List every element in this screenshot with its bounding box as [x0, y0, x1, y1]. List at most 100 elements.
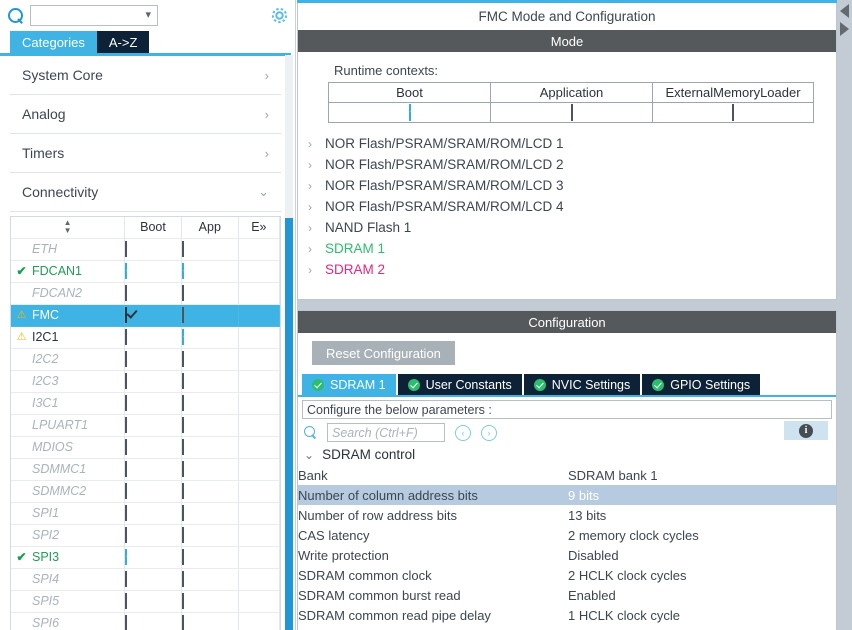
checkbox-i2c2-boot[interactable]	[125, 351, 127, 367]
memory-tree-item[interactable]: ›SDRAM 1	[308, 238, 836, 259]
parameter-value[interactable]: 1 HCLK clock cycle	[568, 605, 837, 625]
sidebar-item-system-core[interactable]: System Core ›	[10, 56, 281, 95]
checkbox-lpuart1-app[interactable]	[182, 417, 184, 433]
column-header-ext[interactable]: E»	[238, 217, 279, 238]
tab-sdram-1[interactable]: SDRAM 1	[302, 374, 396, 395]
parameter-row[interactable]: SDRAM common clock2 HCLK clock cycles	[298, 565, 837, 585]
parameter-value[interactable]: Disabled	[568, 545, 837, 565]
memory-tree-item[interactable]: ›NAND Flash 1	[308, 217, 836, 238]
checkbox-spi3-app[interactable]	[182, 549, 184, 565]
checkbox-spi2-app[interactable]	[182, 527, 184, 543]
checkbox-cell-ext[interactable]	[238, 436, 279, 458]
checkbox-externalmemoryloader-context[interactable]	[732, 104, 734, 121]
checkbox-sdmmc2-boot[interactable]	[125, 483, 127, 499]
checkbox-fdcan2-app[interactable]	[182, 285, 184, 301]
parameter-row[interactable]: BankSDRAM bank 1	[298, 465, 837, 485]
sidebar-item-connectivity[interactable]: Connectivity ⌄	[10, 173, 281, 212]
checkbox-cell-ext[interactable]	[238, 348, 279, 370]
table-row[interactable]: I2C2	[11, 348, 280, 370]
memory-tree-item[interactable]: ›SDRAM 2	[308, 259, 836, 280]
memory-tree-item[interactable]: ›NOR Flash/PSRAM/SRAM/ROM/LCD 4	[308, 196, 836, 217]
memory-tree-item[interactable]: ›NOR Flash/PSRAM/SRAM/ROM/LCD 2	[308, 154, 836, 175]
parameter-row[interactable]: Number of row address bits13 bits	[298, 505, 837, 525]
previous-match-button[interactable]: ‹	[455, 425, 471, 441]
gear-icon[interactable]	[270, 6, 289, 25]
checkbox-fdcan2-boot[interactable]	[125, 285, 127, 301]
checkbox-mdios-app[interactable]	[182, 439, 184, 455]
checkbox-i3c1-boot[interactable]	[125, 395, 127, 411]
tab-gpio-settings[interactable]: GPIO Settings	[642, 374, 760, 395]
checkbox-lpuart1-boot[interactable]	[125, 417, 127, 433]
checkbox-sdmmc1-app[interactable]	[182, 461, 184, 477]
checkbox-cell-ext[interactable]	[238, 612, 279, 630]
checkbox-cell-ext[interactable]	[238, 502, 279, 524]
table-row[interactable]: SPI6	[11, 612, 280, 630]
checkbox-sdmmc1-boot[interactable]	[125, 461, 127, 477]
table-row[interactable]: SPI2	[11, 524, 280, 546]
checkbox-cell-ext[interactable]	[238, 524, 279, 546]
table-row[interactable]: SPI4	[11, 568, 280, 590]
checkbox-mdios-boot[interactable]	[125, 439, 127, 455]
checkbox-fdcan1-boot[interactable]	[125, 263, 127, 279]
checkbox-cell-ext[interactable]	[238, 392, 279, 414]
parameter-value[interactable]: 2 HCLK clock cycles	[568, 565, 837, 585]
checkbox-cell-ext[interactable]	[238, 590, 279, 612]
column-header-app[interactable]: App	[181, 217, 238, 238]
parameter-value[interactable]: 2 memory clock cycles	[568, 525, 837, 545]
reset-configuration-button[interactable]: Reset Configuration	[312, 341, 455, 365]
sidebar-item-analog[interactable]: Analog ›	[10, 95, 281, 134]
tab-a-to-z[interactable]: A->Z	[97, 31, 150, 53]
memory-tree-item[interactable]: ›NOR Flash/PSRAM/SRAM/ROM/LCD 3	[308, 175, 836, 196]
info-button-wrap[interactable]: i	[784, 421, 828, 440]
checkbox-i2c1-boot[interactable]	[125, 329, 127, 345]
chevron-right-icon[interactable]: ›	[308, 137, 316, 151]
checkbox-cell-ext[interactable]	[238, 414, 279, 436]
checkbox-eth-app[interactable]	[182, 241, 184, 257]
checkbox-sdmmc2-app[interactable]	[182, 483, 184, 499]
checkbox-cell-ext[interactable]	[238, 326, 279, 348]
table-row[interactable]: ETH	[11, 238, 280, 260]
table-row[interactable]: SDMMC2	[11, 480, 280, 502]
parameter-group-sdram-control[interactable]: ⌄ SDRAM control	[298, 444, 836, 465]
checkbox-spi5-boot[interactable]	[125, 593, 127, 609]
column-header-boot[interactable]: Boot	[125, 217, 182, 238]
table-row[interactable]: I2C3	[11, 370, 280, 392]
table-row[interactable]: ✔FDCAN1	[11, 260, 280, 282]
checkbox-i2c1-app[interactable]	[182, 329, 184, 345]
parameter-row[interactable]: Number of column address bits9 bits	[298, 485, 837, 505]
checkbox-spi4-app[interactable]	[182, 571, 184, 587]
checkbox-cell-ext[interactable]	[238, 458, 279, 480]
table-row[interactable]: LPUART1	[11, 414, 280, 436]
parameter-row[interactable]: CAS latency2 memory clock cycles	[298, 525, 837, 545]
column-header-name[interactable]: ▲▼	[11, 217, 125, 238]
checkbox-fmc-boot[interactable]	[125, 307, 127, 323]
next-match-button[interactable]: ›	[481, 425, 497, 441]
checkbox-cell-ext[interactable]	[238, 260, 279, 282]
checkbox-spi3-boot[interactable]	[125, 549, 127, 565]
chevron-right-icon[interactable]: ›	[308, 200, 316, 214]
checkbox-spi4-boot[interactable]	[125, 571, 127, 587]
sidebar-scrollbar-thumb[interactable]	[285, 218, 293, 630]
parameter-row[interactable]: SDRAM common read pipe delay1 HCLK clock…	[298, 605, 837, 625]
parameter-value[interactable]: SDRAM bank 1	[568, 465, 837, 485]
table-row[interactable]: FDCAN2	[11, 282, 280, 304]
table-row[interactable]: ⚠FMC	[11, 304, 280, 326]
checkbox-fmc-app[interactable]	[182, 307, 184, 323]
checkbox-application-context[interactable]	[571, 104, 573, 121]
checkbox-spi5-app[interactable]	[182, 593, 184, 609]
checkbox-cell-ext[interactable]	[238, 568, 279, 590]
scroll-right-arrow-icon[interactable]	[840, 22, 849, 36]
tab-nvic-settings[interactable]: NVIC Settings	[524, 374, 641, 395]
checkbox-cell-ext[interactable]	[238, 480, 279, 502]
sidebar-item-timers[interactable]: Timers ›	[10, 134, 281, 173]
memory-tree-item[interactable]: ›NOR Flash/PSRAM/SRAM/ROM/LCD 1	[308, 133, 836, 154]
table-row[interactable]: SPI5	[11, 590, 280, 612]
table-row[interactable]: I3C1	[11, 392, 280, 414]
chevron-right-icon[interactable]: ›	[308, 158, 316, 172]
checkbox-boot-context[interactable]	[409, 104, 411, 121]
tab-user-constants[interactable]: User Constants	[398, 374, 522, 395]
table-row[interactable]: MDIOS	[11, 436, 280, 458]
checkbox-cell-ext[interactable]	[238, 304, 279, 326]
checkbox-cell-ext[interactable]	[238, 546, 279, 568]
chevron-right-icon[interactable]: ›	[308, 263, 316, 277]
